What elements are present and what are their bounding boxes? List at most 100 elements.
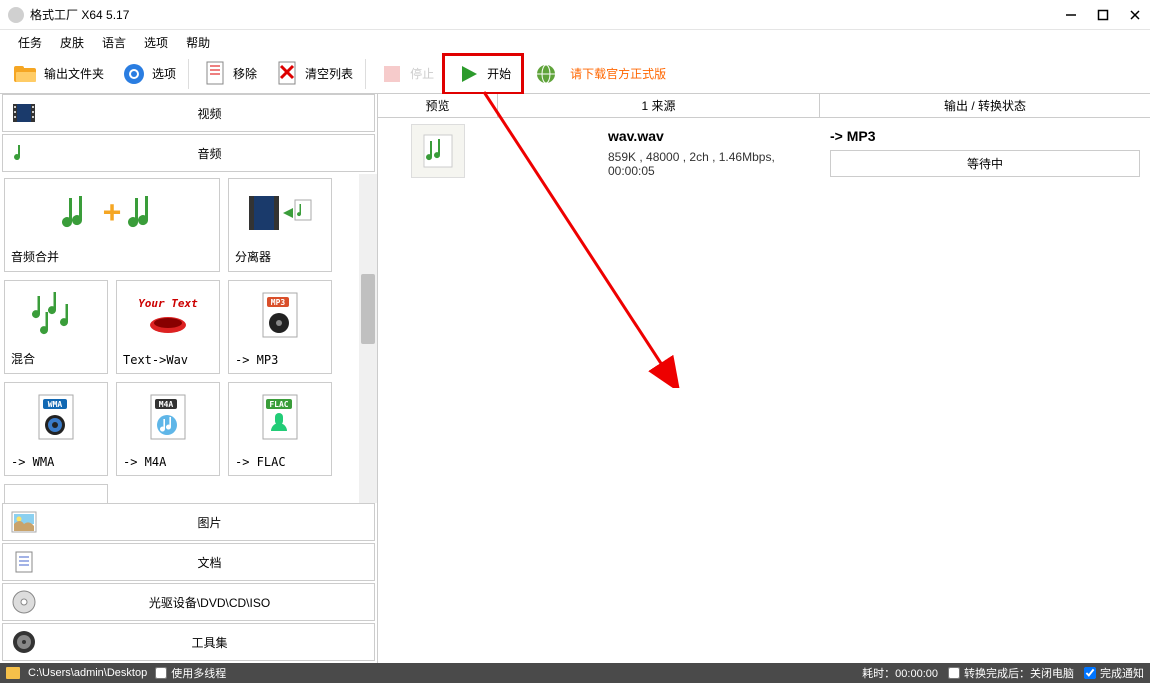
col-preview[interactable]: 预览 — [378, 94, 498, 117]
svg-text:MP3: MP3 — [271, 298, 286, 307]
clear-list-button[interactable]: 清空列表 — [265, 56, 361, 92]
col-source[interactable]: 1 来源 — [498, 94, 820, 117]
start-label: 开始 — [487, 65, 511, 82]
options-label: 选项 — [152, 65, 176, 82]
clear-label: 清空列表 — [305, 65, 353, 82]
separator — [365, 59, 366, 89]
menu-bar: 任务 皮肤 语言 选项 帮助 — [0, 30, 1150, 54]
disc-icon — [9, 587, 39, 617]
scrollbar-thumb[interactable] — [361, 274, 375, 344]
tool-separator[interactable]: 分离器 — [228, 178, 332, 272]
column-headers: 预览 1 来源 输出 / 转换状态 — [378, 94, 1150, 118]
menu-lang[interactable]: 语言 — [94, 32, 134, 53]
close-button[interactable] — [1128, 8, 1142, 22]
m4a-icon: M4A — [117, 383, 219, 453]
tool-audio-merge[interactable]: + 音频合并 — [4, 178, 220, 272]
tool-to-flac[interactable]: FLAC -> FLAC — [228, 382, 332, 476]
gear-icon — [120, 60, 148, 88]
file-thumbnail-cell — [378, 124, 498, 182]
svg-text:FLAC: FLAC — [269, 400, 288, 409]
file-thumbnail — [411, 124, 465, 178]
category-optical-label: 光驱设备\DVD\CD\ISO — [45, 594, 374, 611]
col-output[interactable]: 输出 / 转换状态 — [820, 94, 1150, 117]
title-bar: 格式工厂 X64 5.17 — [0, 0, 1150, 30]
tool-separator-label: 分离器 — [229, 246, 331, 267]
download-link-label: 请下载官方正式版 — [570, 65, 666, 82]
category-doc-label: 文档 — [45, 554, 374, 571]
audio-tools-panel: + 音频合并 分离器 混合 Your Text Text->Wav MP3 — [0, 174, 377, 503]
tool-to-m4a[interactable]: M4A -> M4A — [116, 382, 220, 476]
output-path[interactable]: C:\Users\admin\Desktop — [28, 667, 147, 679]
tool-flac-label: -> FLAC — [229, 453, 331, 471]
menu-option[interactable]: 选项 — [136, 32, 176, 53]
folder-icon — [6, 667, 20, 679]
options-button[interactable]: 选项 — [112, 56, 184, 92]
app-icon — [8, 7, 24, 23]
stop-button[interactable]: 停止 — [370, 56, 442, 92]
file-row[interactable]: wav.wav 859K , 48000 , 2ch , 1.46Mbps, 0… — [378, 118, 1150, 188]
category-image[interactable]: 图片 — [2, 503, 375, 541]
wma-icon: WMA — [5, 383, 107, 453]
play-icon — [455, 60, 483, 88]
file-source-cell: wav.wav 859K , 48000 , 2ch , 1.46Mbps, 0… — [498, 124, 820, 182]
download-link[interactable]: 请下载官方正式版 — [524, 56, 674, 92]
tool-m4a-label: -> M4A — [117, 453, 219, 471]
stop-icon — [378, 60, 406, 88]
image-icon — [9, 507, 39, 537]
tool-more[interactable] — [4, 484, 108, 503]
after-convert-label: 转换完成后：关闭电脑 — [964, 665, 1074, 681]
category-image-label: 图片 — [45, 514, 374, 531]
category-video[interactable]: 视频 — [2, 94, 375, 132]
tool-mp3-label: -> MP3 — [229, 351, 331, 369]
maximize-button[interactable] — [1096, 8, 1110, 22]
tool-to-wma[interactable]: WMA -> WMA — [4, 382, 108, 476]
tool-to-mp3[interactable]: MP3 -> MP3 — [228, 280, 332, 374]
elapsed-time: 耗时：00:00:00 — [862, 665, 938, 681]
mp3-icon: MP3 — [229, 281, 331, 351]
tool-text-to-wav[interactable]: Your Text Text->Wav — [116, 280, 220, 374]
category-optical[interactable]: 光驱设备\DVD\CD\ISO — [2, 583, 375, 621]
content-area: 预览 1 来源 输出 / 转换状态 wav.wav 859K , 48000 ,… — [378, 94, 1150, 663]
main-area: 视频 音频 + 音频合并 分离器 混合 Your — [0, 94, 1150, 663]
tool-audio-merge-label: 音频合并 — [5, 246, 219, 267]
remove-button[interactable]: 移除 — [193, 56, 265, 92]
separator-icon — [229, 179, 331, 246]
menu-task[interactable]: 任务 — [10, 32, 50, 53]
start-button[interactable]: 开始 — [449, 58, 517, 90]
category-doc[interactable]: 文档 — [2, 543, 375, 581]
sidebar: 视频 音频 + 音频合并 分离器 混合 Your — [0, 94, 378, 663]
audio-merge-icon: + — [5, 179, 219, 246]
tools-icon — [9, 627, 39, 657]
after-convert-toggle[interactable]: 转换完成后：关闭电脑 — [948, 665, 1074, 681]
separator — [188, 59, 189, 89]
file-status: 等待中 — [830, 150, 1140, 177]
tool-text-wav-label: Text->Wav — [117, 351, 219, 369]
multithread-toggle[interactable]: 使用多线程 — [155, 665, 226, 681]
menu-help[interactable]: 帮助 — [178, 32, 218, 53]
file-details: 859K , 48000 , 2ch , 1.46Mbps, 00:00:05 — [608, 150, 780, 178]
file-target: -> MP3 — [830, 128, 1140, 144]
output-folder-button[interactable]: 输出文件夹 — [4, 56, 112, 92]
notify-toggle[interactable]: 完成通知 — [1084, 665, 1144, 681]
file-name: wav.wav — [608, 128, 780, 144]
text-wav-icon: Your Text — [117, 281, 219, 351]
sidebar-scrollbar[interactable] — [359, 174, 377, 503]
tool-mix-label: 混合 — [5, 348, 107, 369]
category-audio[interactable]: 音频 — [2, 134, 375, 172]
audio-icon — [9, 138, 39, 168]
mix-icon — [5, 281, 107, 348]
tool-mix[interactable]: 混合 — [4, 280, 108, 374]
notify-label: 完成通知 — [1100, 665, 1144, 681]
folder-icon — [12, 60, 40, 88]
toolbar: 输出文件夹 选项 移除 清空列表 停止 开始 请下载官方正式版 — [0, 54, 1150, 94]
svg-text:WMA: WMA — [48, 400, 63, 409]
tool-wma-label: -> WMA — [5, 453, 107, 471]
video-icon — [9, 98, 39, 128]
start-highlight-box: 开始 — [442, 53, 524, 95]
minimize-button[interactable] — [1064, 8, 1078, 22]
window-title: 格式工厂 X64 5.17 — [30, 6, 1064, 23]
menu-skin[interactable]: 皮肤 — [52, 32, 92, 53]
output-folder-label: 输出文件夹 — [44, 65, 104, 82]
stop-label: 停止 — [410, 65, 434, 82]
category-tools[interactable]: 工具集 — [2, 623, 375, 661]
